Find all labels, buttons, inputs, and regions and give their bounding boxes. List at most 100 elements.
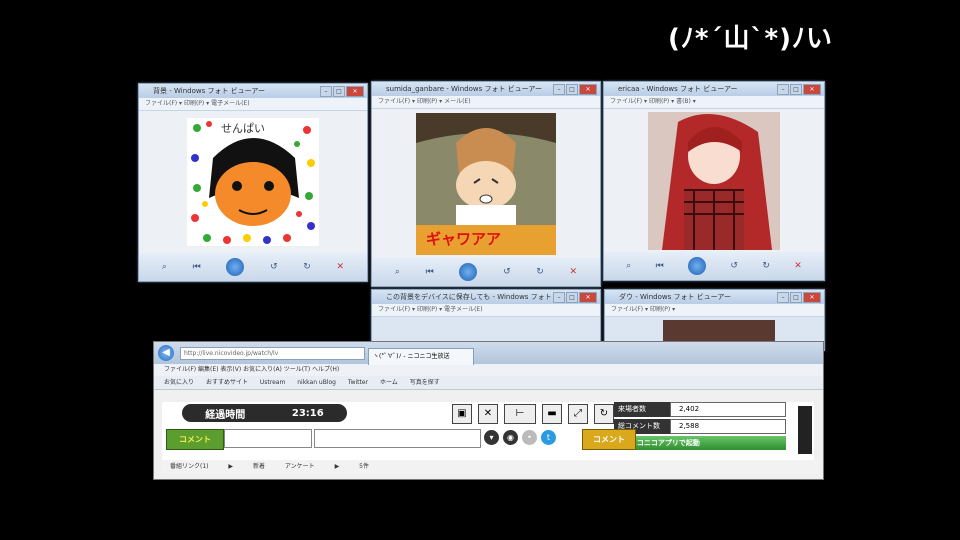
maximize-button[interactable]: □ [790,84,802,95]
anime-girl-image [648,111,780,250]
close-button[interactable]: ✕ [803,84,821,95]
stats-panel: 来場者数 2,402 総コメント数 2,588 ▶ ニコニコアプリで起動 [614,402,786,450]
rotate-right-icon[interactable]: ↻ [536,267,544,277]
rotate-left-icon[interactable]: ↺ [270,262,278,272]
favorite-link[interactable]: おすすめサイト [206,379,248,386]
browser-menu[interactable]: ファイル(F) 編集(E) 表示(V) お気に入り(A) ツール(T) ヘルプ(… [154,364,823,376]
browser-window[interactable]: ◀ http://live.nicovideo.jp/watch/lv ヽ(*ﾟ… [153,341,824,480]
mute-icon[interactable]: ✕ [478,404,498,424]
maximize-button[interactable]: □ [566,84,578,95]
slideshow-button[interactable] [459,263,478,281]
close-button[interactable]: ✕ [579,292,597,303]
viewer-title: sumida_ganbare - Windows フォト ビューアー – □ ✕ [372,82,600,96]
rotate-left-icon[interactable]: ↺ [503,267,511,277]
favorite-link[interactable]: 写真を探す [410,379,440,386]
comment-submit-button[interactable]: コメント [582,429,636,450]
browser-tab[interactable]: ヽ(*ﾟ∀ﾟ)ﾉ - ニコニコ生放送 [368,348,474,365]
favorite-link[interactable]: Twitter [348,379,368,386]
close-button[interactable]: ✕ [346,86,364,97]
viewer-toolbar: ⌕ ⏮ ↺ ↻ ✕ [604,252,824,280]
screen-icon[interactable]: ▣ [452,404,472,424]
slideshow-button[interactable] [688,257,707,275]
zoom-icon[interactable]: ⌕ [162,262,167,272]
program-link-tab[interactable]: 番組リンク(1) [170,463,209,470]
zoom-icon[interactable]: ⌕ [395,267,400,277]
elapsed-label: 経過時間 [205,409,246,421]
survey-tab[interactable]: アンケート [285,463,315,470]
close-button[interactable]: ✕ [803,292,821,303]
image-area: せんぱい [139,111,367,253]
next-arrow[interactable]: ▶ [228,463,233,470]
viewer-toolbar: ⌕ ⏮ ↺ ↻ ✕ [139,253,367,281]
dot-icon[interactable]: • [522,430,537,445]
delete-icon[interactable]: ✕ [570,267,578,277]
child-drawing-image: せんぱい [187,118,319,246]
zoom-icon[interactable]: ⌕ [626,261,631,271]
new-tab[interactable]: 新着 [253,463,265,470]
bottom-bar: 番組リンク(1) ▶ 新着 アンケート ▶ 5件 [162,460,822,474]
photo-viewer-1[interactable]: 背景 - Windows フォト ビューアー – □ ✕ ファイル(F) ▾ 印刷(… [138,83,368,282]
slideshow-button[interactable] [226,258,245,276]
drawing-caption: せんぱい [221,122,265,135]
image-area [604,109,824,252]
maximize-button[interactable]: □ [566,292,578,303]
nico-app-button[interactable]: ▶ ニコニコアプリで起動 [614,436,786,450]
minimize-button[interactable]: – [777,292,789,303]
comment-input[interactable] [314,429,481,448]
dropdown-icon[interactable]: ▾ [484,430,499,445]
count-label: 5件 [359,463,369,470]
favorite-link[interactable]: nikkan uBlog [297,379,336,386]
image-area: ギャワアア [372,109,600,258]
next-arrow[interactable]: ▶ [335,463,340,470]
viewer-menu[interactable]: ファイル(F) ▾ 印刷(P) ▾ 電子メール(E) [139,98,367,111]
viewer-menu[interactable]: ファイル(F) ▾ 印刷(P) ▾ [605,304,824,317]
favorite-link[interactable]: Ustream [260,379,285,386]
photo-viewer-2[interactable]: sumida_ganbare - Windows フォト ビューアー – □ ✕ フ… [371,81,601,287]
cartoon-image: ギャワアア [416,112,556,255]
side-scroll-control[interactable] [798,406,812,454]
viewer-title: この背景をデバイスに保存しても - Windows フォト ビ – □ ✕ [372,290,600,304]
visitors-value: 2,402 [670,402,786,417]
viewer-title: ericaa - Windows フォト ビューアー – □ ✕ [604,82,824,96]
delete-icon[interactable]: ✕ [794,261,802,271]
back-button[interactable]: ◀ [158,345,174,361]
viewer-title: ダウ - Windows フォト ビューアー – □ ✕ [605,290,824,304]
prev-icon[interactable]: ⏮ [656,261,664,271]
prev-icon[interactable]: ⏮ [193,262,201,272]
minimize-button[interactable]: – [553,84,565,95]
command-input[interactable] [224,429,312,448]
minimize-button[interactable]: – [777,84,789,95]
player-controls: ▣ ✕ ⊢ ▬ ⤢ ↻ [452,404,614,424]
viewer-menu[interactable]: ファイル(F) ▾ 印刷(P) ▾ メール(E) [372,96,600,109]
reload-icon[interactable]: ↻ [594,404,614,424]
comment-icon[interactable]: ▬ [542,404,562,424]
favorite-link[interactable]: ホーム [380,379,398,386]
close-button[interactable]: ✕ [579,84,597,95]
elapsed-value: 23:16 [291,407,324,419]
address-bar[interactable]: http://live.nicovideo.jp/watch/lv [180,347,365,360]
volume-slider[interactable]: ⊢ [504,404,536,424]
comments-value: 2,588 [670,419,786,434]
fullscreen-icon[interactable]: ⤢ [568,404,588,424]
viewer-menu[interactable]: ファイル(F) ▾ 印刷(P) ▾ 書(B) ▾ [604,96,824,109]
nico-live-panel: 経過時間 23:16 ▣ ✕ ⊢ ▬ ⤢ ↻ 来場者数 2,402 総コメント数… [162,402,814,462]
cartoon-caption: ギャワアア [426,229,502,248]
minimize-button[interactable]: – [320,86,332,97]
rotate-left-icon[interactable]: ↺ [730,261,738,271]
rotate-right-icon[interactable]: ↻ [303,262,311,272]
comment-mode-button[interactable]: コメント [166,429,224,450]
maximize-button[interactable]: □ [790,292,802,303]
favorite-link[interactable]: お気に入り [164,379,194,386]
rotate-right-icon[interactable]: ↻ [762,261,770,271]
browser-toolbar: ◀ http://live.nicovideo.jp/watch/lv ヽ(*ﾟ… [154,342,823,365]
minimize-button[interactable]: – [553,292,565,303]
viewer-menu[interactable]: ファイル(F) ▾ 印刷(P) ▾ 電子メール(E) [372,304,600,317]
niconico-icon[interactable]: ◉ [503,430,518,445]
delete-icon[interactable]: ✕ [337,262,345,272]
viewer-title: 背景 - Windows フォト ビューアー – □ ✕ [139,84,367,98]
prev-icon[interactable]: ⏮ [426,267,434,277]
maximize-button[interactable]: □ [333,86,345,97]
twitter-icon[interactable]: t [541,430,556,445]
comments-row: 総コメント数 2,588 [614,419,786,434]
photo-viewer-3[interactable]: ericaa - Windows フォト ビューアー – □ ✕ ファイル(F) ▾… [603,81,825,281]
